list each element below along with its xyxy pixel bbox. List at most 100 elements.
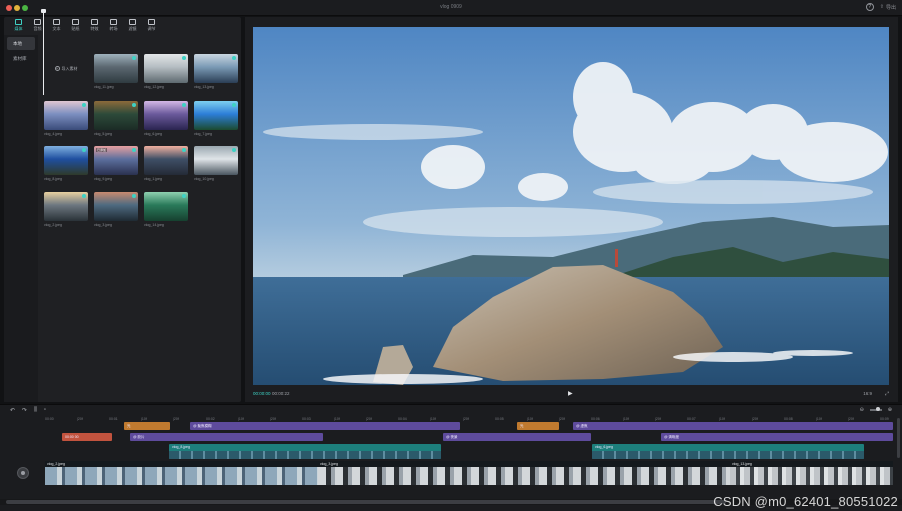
- help-icon[interactable]: ?: [865, 3, 874, 11]
- adjust-icon: [148, 19, 155, 25]
- clip-label: @ 清晰度: [664, 435, 680, 439]
- track-cover-button[interactable]: [17, 467, 29, 479]
- current-timecode: 00:00:00: [253, 391, 271, 396]
- ruler-tick-label: |20f: [655, 417, 661, 421]
- added-tag: 已添加: [96, 148, 108, 152]
- media-file-name: vlog_1.jpeg: [144, 177, 162, 181]
- import-media-button[interactable]: + 导入素材: [44, 54, 88, 83]
- ruler-tick-label: 00:07: [687, 417, 696, 421]
- ruler-tick-label: |10f: [527, 417, 533, 421]
- media-file-name: vlog_6.jpeg: [144, 132, 162, 136]
- media-thumbnail[interactable]: 已添加 vlog_9.jpeg: [94, 146, 138, 186]
- tool-label: 贴纸: [71, 26, 80, 31]
- fullscreen-icon[interactable]: ⤢: [885, 391, 889, 397]
- added-check-icon: [132, 103, 136, 107]
- ruler-tick-label: |20f: [848, 417, 854, 421]
- timeline-vertical-scrollbar[interactable]: [897, 418, 900, 458]
- tool-label: 文本: [52, 26, 61, 31]
- clip-label: @ 夜景: [446, 435, 458, 439]
- subnav-item[interactable]: 素材库: [7, 52, 35, 65]
- timeline-clip[interactable]: vlog_6.jpeg: [592, 444, 864, 459]
- play-button[interactable]: ▶: [568, 390, 573, 397]
- media-thumbnail[interactable]: vlog_11.jpeg: [94, 54, 138, 94]
- export-button[interactable]: ⇪ 导出: [880, 4, 896, 11]
- media-thumbnail[interactable]: vlog_14.jpeg: [144, 192, 188, 232]
- added-check-icon: [182, 56, 186, 60]
- added-check-icon: [232, 148, 236, 152]
- ruler-tick-label: |20f: [270, 417, 276, 421]
- undo-icon[interactable]: ↶: [10, 407, 15, 414]
- watermark-text: CSDN @m0_62401_80551022: [713, 494, 898, 509]
- player-controls: 00:00:00 00:00:22 ▶ 16:9 ⤢: [245, 386, 898, 402]
- tool-effects[interactable]: 特效: [85, 17, 104, 34]
- zoom-out-icon[interactable]: ⊖: [860, 407, 864, 413]
- zoom-in-icon[interactable]: ⊕: [888, 407, 892, 413]
- timeline-clip[interactable]: @ 虚焦: [573, 422, 893, 430]
- main-track-clip[interactable]: vlog_13.jpeg: [730, 461, 893, 485]
- export-icon: ⇪: [879, 4, 884, 10]
- media-thumbnail[interactable]: vlog_7.jpeg: [194, 101, 238, 141]
- media-file-name: vlog_4.jpeg: [44, 132, 62, 136]
- timeline-clip[interactable]: @ 清晰度: [661, 433, 893, 441]
- timeline-clip[interactable]: @ 夜景: [443, 433, 591, 441]
- clip-label: 00:00 00: [65, 435, 79, 439]
- timeline-zoom-controls: ⊖ ⊕: [860, 407, 892, 413]
- filter-icon: [129, 19, 136, 25]
- preview-video-frame[interactable]: [253, 27, 889, 385]
- timeline-clip[interactable]: 00:00 00: [62, 433, 112, 441]
- title-bar: vlog 0909 ? ⇪ 导出: [0, 0, 902, 16]
- subnav-item[interactable]: 本地: [7, 37, 35, 50]
- media-thumbnail[interactable]: vlog_8.jpeg: [44, 146, 88, 186]
- media-file-name: vlog_11.jpeg: [94, 85, 114, 89]
- media-thumbnail-image: [44, 101, 88, 130]
- media-thumbnail[interactable]: vlog_2.jpeg: [44, 192, 88, 232]
- delete-icon[interactable]: ▫: [44, 407, 46, 414]
- preview-player: 00:00:00 00:00:22 ▶ 16:9 ⤢: [245, 17, 898, 402]
- tool-sticker[interactable]: 贴纸: [66, 17, 85, 34]
- media-file-name: vlog_2.jpeg: [44, 223, 62, 227]
- media-thumbnail-image: [94, 54, 138, 83]
- aspect-ratio-select[interactable]: 16:9: [863, 391, 872, 396]
- timeline-clip[interactable]: 光: [517, 422, 559, 430]
- timeline-scroll-thumb[interactable]: [6, 500, 726, 504]
- added-check-icon: [82, 148, 86, 152]
- media-thumbnail[interactable]: vlog_10.jpeg: [194, 146, 238, 186]
- ruler-tick-label: |10f: [816, 417, 822, 421]
- media-thumbnail[interactable]: vlog_4.jpeg: [44, 101, 88, 141]
- media-file-name: vlog_14.jpeg: [144, 223, 164, 227]
- ruler-tick-label: |10f: [141, 417, 147, 421]
- timeline-clip[interactable]: @ 聚焦模糊: [190, 422, 460, 430]
- media-thumbnail[interactable]: vlog_13.jpeg: [194, 54, 238, 94]
- tool-transition[interactable]: 转场: [104, 17, 123, 34]
- ruler-tick-label: 00:06: [591, 417, 600, 421]
- ruler-tick-label: |20f: [173, 417, 179, 421]
- ruler-tick-label: |10f: [719, 417, 725, 421]
- added-check-icon: [132, 194, 136, 198]
- zoom-slider[interactable]: [869, 407, 882, 411]
- media-thumbnail[interactable]: vlog_12.jpeg: [144, 54, 188, 94]
- playhead[interactable]: [43, 11, 44, 95]
- media-thumbnail[interactable]: vlog_6.jpeg: [144, 101, 188, 141]
- timeline-clip[interactable]: 光: [124, 422, 170, 430]
- effects-icon: [91, 19, 98, 25]
- tool-media[interactable]: 媒体: [9, 17, 28, 34]
- main-track-clip[interactable]: vlog_3.jpeg: [318, 461, 730, 485]
- tool-text[interactable]: 文本: [47, 17, 66, 34]
- zoom-slider-knob[interactable]: [875, 407, 880, 411]
- media-file-name: vlog_5.jpeg: [94, 132, 112, 136]
- redo-icon[interactable]: ↷: [22, 407, 27, 414]
- media-thumbnail[interactable]: vlog_1.jpeg: [144, 146, 188, 186]
- clip-filmstrip: [318, 467, 730, 485]
- tool-adjust[interactable]: 调节: [142, 17, 161, 34]
- split-icon[interactable]: ⫼: [34, 407, 37, 414]
- media-thumbnail[interactable]: vlog_5.jpeg: [94, 101, 138, 141]
- timeline-clip[interactable]: @ 胶片: [130, 433, 323, 441]
- tool-audio[interactable]: 音频: [28, 17, 47, 34]
- main-track-clip[interactable]: vlog_2.jpeg: [45, 461, 318, 485]
- tool-filter[interactable]: 滤镜: [123, 17, 142, 34]
- media-thumbnail-image: [144, 146, 188, 175]
- media-thumbnail[interactable]: vlog_3.jpeg: [94, 192, 138, 232]
- timeline-clip[interactable]: vlog_8.jpeg: [169, 444, 441, 459]
- ruler-tick-label: 00:01: [109, 417, 118, 421]
- transition-icon: [110, 19, 117, 25]
